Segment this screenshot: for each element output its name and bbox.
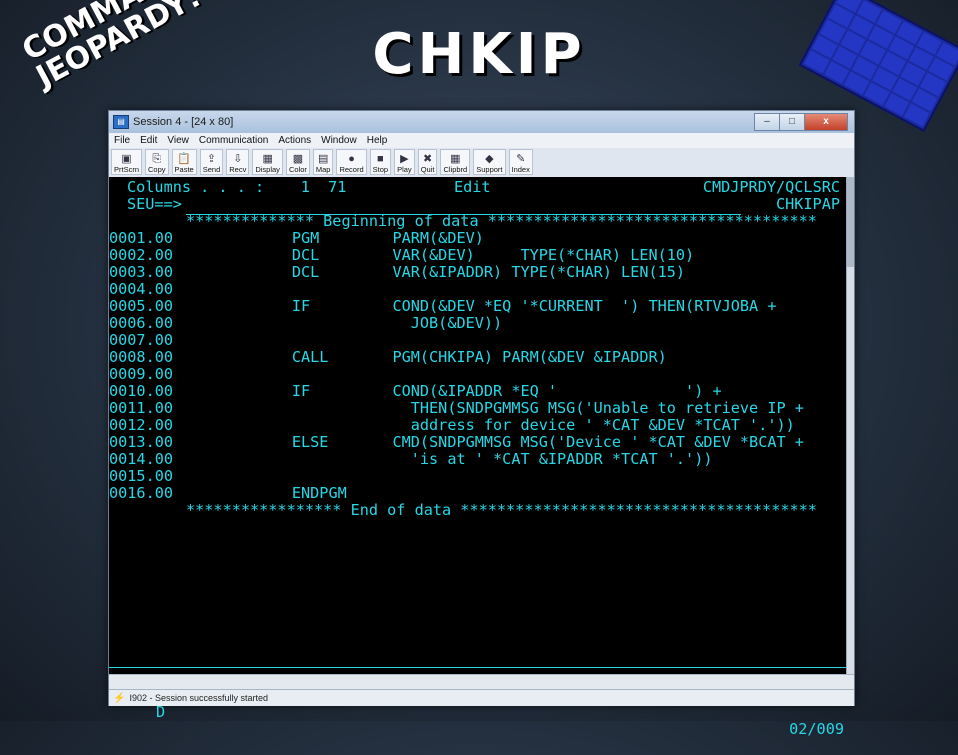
toolbar-index-button[interactable]: ✎ Index [508, 149, 533, 175]
toolbar-label: Record [339, 165, 364, 174]
support-icon: ◆ [485, 153, 494, 165]
member-name: CHKIPAP [775, 195, 840, 213]
cursor-position: 02/009 [789, 720, 844, 738]
scrollbar-thumb[interactable] [847, 177, 854, 267]
menu-actions[interactable]: Actions [273, 135, 316, 146]
toolbar-prtscrn-button[interactable]: ▣ PrtScrn [111, 149, 143, 175]
menu-communication[interactable]: Communication [194, 135, 273, 146]
source-line[interactable]: 0001.00 PGM PARM(&DEV) [109, 230, 484, 247]
prtscrn-icon: ▣ [121, 153, 132, 165]
connection-icon: ⚡ [113, 692, 126, 704]
source-line[interactable]: 0016.00 ENDPGM [109, 485, 347, 502]
oia-flag: D [156, 703, 166, 721]
source-line[interactable]: 0003.00 DCL VAR(&IPADDR) TYPE(*CHAR) LEN… [109, 264, 685, 281]
toolbar-label: Recv [229, 165, 247, 174]
send-icon: ⇪ [206, 153, 217, 165]
toolbar-record-button[interactable]: ● Record [336, 149, 367, 175]
toolbar-support-button[interactable]: ◆ Support [473, 149, 506, 175]
toolbar: ▣ PrtScrn ⎘ Copy 📋 Paste ⇪ Send ⇩ Recv ▦ Display ▩ Co… [111, 149, 536, 175]
toolbar-send-button[interactable]: ⇪ Send [199, 149, 224, 175]
toolbar-label: Quit [420, 165, 435, 174]
display-icon: ▦ [262, 153, 273, 165]
toolbar-label: Paste [174, 165, 194, 174]
status-message: I902 - Session successfully started [129, 693, 269, 703]
menu-edit[interactable]: Edit [135, 135, 162, 146]
toolbar-label: Clipbrd [443, 165, 468, 174]
toolbar-stop-button[interactable]: ■ Stop [369, 149, 392, 175]
paste-icon: 📋 [177, 153, 191, 165]
toolbar-copy-button[interactable]: ⎘ Copy [145, 149, 169, 175]
toolbar-label: Display [255, 165, 280, 174]
toolbar-label: Play [397, 165, 412, 174]
source-line[interactable]: 0012.00 address for device ' *CAT &DEV *… [109, 417, 795, 434]
toolbar-clipbrd-button[interactable]: ▦ Clipbrd [440, 149, 471, 175]
menu-window[interactable]: Window [316, 135, 362, 146]
source-line[interactable]: 0010.00 IF COND(&IPADDR *EQ ' ') + [109, 383, 722, 400]
play-icon: ▶ [400, 153, 409, 165]
vertical-scrollbar[interactable] [846, 177, 854, 674]
end-of-data: ***************** End of data **********… [186, 501, 817, 519]
close-button[interactable]: x [804, 113, 848, 131]
copy-icon: ⎘ [152, 153, 162, 165]
menu-help[interactable]: Help [362, 135, 393, 146]
menu-file[interactable]: File [109, 135, 135, 146]
toolbar-recv-button[interactable]: ⇩ Recv [226, 149, 250, 175]
toolbar-label: Color [288, 165, 307, 174]
toolbar-map-button[interactable]: ▤ Map [312, 149, 334, 175]
toolbar-quit-button[interactable]: ✖ Quit [417, 149, 438, 175]
source-file-label: CMDJPRDY/QCLSRC [702, 178, 840, 196]
seu-prompt: SEU==> [127, 195, 182, 213]
toolbar-label: Support [476, 165, 503, 174]
terminal-screen[interactable]: Columns . . . : 1 71 Edit CMDJPRDY/QCLSR… [109, 177, 846, 738]
toolbar-color-button[interactable]: ▩ Color [285, 149, 310, 175]
record-icon: ● [348, 153, 355, 165]
source-line[interactable]: 0007.00 [109, 332, 173, 349]
stop-icon: ■ [377, 153, 384, 165]
toolbar-paste-button[interactable]: 📋 Paste [171, 149, 197, 175]
recv-icon: ⇩ [233, 153, 243, 165]
mode-label: Edit [454, 178, 491, 196]
source-line[interactable]: 0004.00 [109, 281, 173, 298]
maximize-button[interactable]: □ [779, 113, 805, 131]
source-line[interactable]: 0015.00 [109, 468, 173, 485]
session-window: ▤ Session 4 - [24 x 80] – □ x File Edit … [108, 110, 855, 738]
toolbar-label: Copy [148, 165, 166, 174]
source-line[interactable]: 0006.00 JOB(&DEV)) [109, 315, 502, 332]
horizontal-scrollbar[interactable] [109, 674, 854, 689]
toolbar-label: PrtScrn [114, 165, 140, 174]
toolbar-display-button[interactable]: ▦ Display [252, 149, 283, 175]
toolbar-label: Map [315, 165, 331, 174]
color-icon: ▩ [292, 153, 304, 165]
toolbar-label: Send [202, 165, 221, 174]
source-line[interactable]: 0008.00 CALL PGM(CHKIPA) PARM(&DEV &IPAD… [109, 349, 667, 366]
index-icon: ✎ [516, 153, 526, 165]
map-icon: ▤ [317, 153, 329, 165]
minimize-button[interactable]: – [754, 113, 780, 131]
source-line[interactable]: 0013.00 ELSE CMD(SNDPGMMSG MSG('Device '… [109, 434, 804, 451]
source-line[interactable]: 0011.00 THEN(SNDPGMMSG MSG('Unable to re… [109, 400, 804, 417]
window-title: Session 4 - [24 x 80] [133, 116, 234, 128]
oia-divider [109, 667, 846, 668]
columns-label: Columns . . . : 1 71 [127, 178, 347, 196]
toolbar-label: Index [511, 165, 530, 174]
beginning-of-data: ************** Beginning of data *******… [186, 212, 817, 230]
source-line[interactable]: 0005.00 IF COND(&DEV *EQ '*CURRENT ') TH… [109, 298, 777, 315]
source-line[interactable]: 0009.00 [109, 366, 173, 383]
menu-bar: File Edit View Communication Actions Win… [109, 133, 854, 148]
toolbar-play-button[interactable]: ▶ Play [394, 149, 415, 175]
menu-view[interactable]: View [162, 135, 194, 146]
source-line[interactable]: 0002.00 DCL VAR(&DEV) TYPE(*CHAR) LEN(10… [109, 247, 694, 264]
clipbrd-icon: ▦ [450, 153, 461, 165]
session-icon: ▤ [113, 115, 129, 129]
title-bar[interactable]: ▤ Session 4 - [24 x 80] – □ x [109, 111, 854, 133]
window-controls: – □ x [754, 113, 848, 131]
quit-icon: ✖ [422, 153, 433, 165]
source-line[interactable]: 0014.00 'is at ' *CAT &IPADDR *TCAT '.')… [109, 451, 712, 468]
toolbar-label: Stop [372, 165, 389, 174]
status-bar: ⚡ I902 - Session successfully started [109, 689, 854, 706]
